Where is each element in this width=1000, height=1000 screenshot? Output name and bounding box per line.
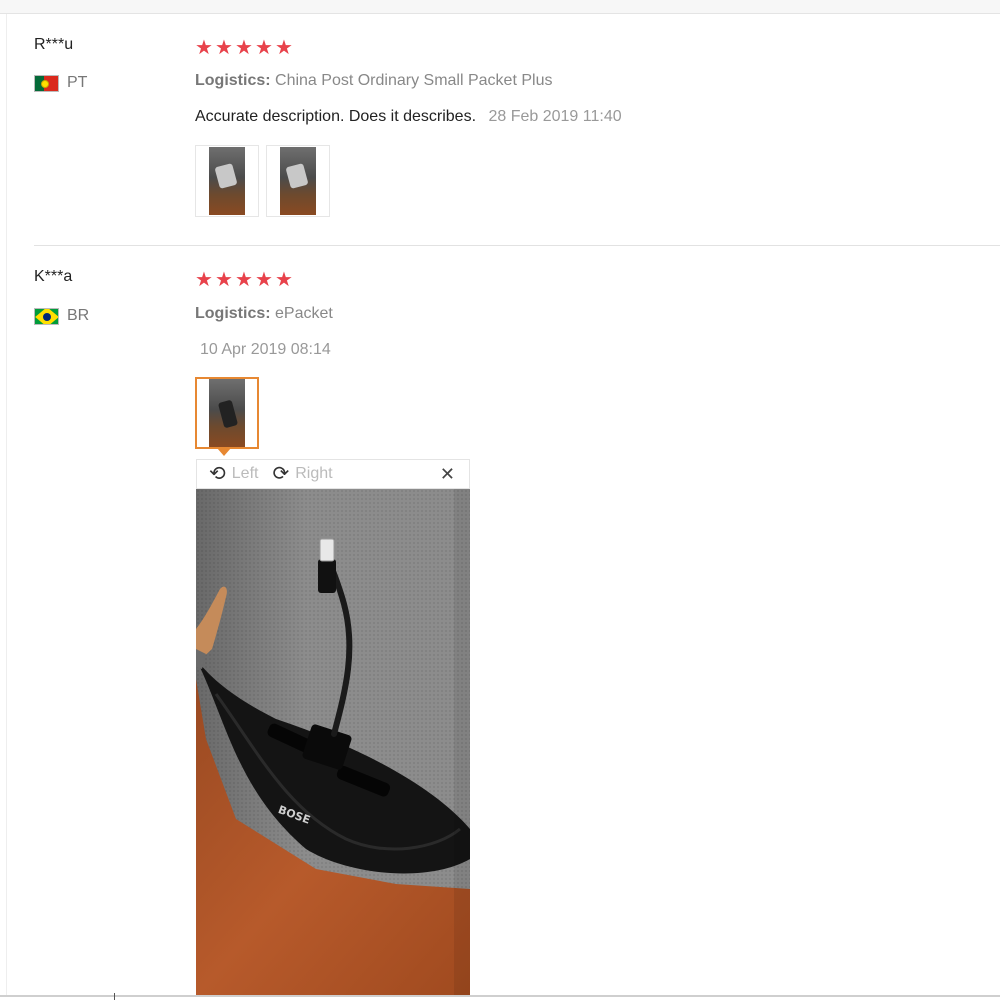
rotate-left-label: Left bbox=[231, 465, 259, 482]
review-photo-large: BOSE bbox=[196, 489, 470, 996]
rotate-right-icon: ⟳ bbox=[272, 463, 290, 485]
rotate-right-label: Right bbox=[295, 465, 333, 482]
logistics-label: Logistics: bbox=[195, 72, 271, 89]
review-divider bbox=[34, 245, 1000, 246]
brazil-flag-icon bbox=[34, 307, 59, 325]
star-icon: ★ bbox=[195, 269, 213, 291]
bottom-tick bbox=[114, 993, 115, 1000]
star-icon: ★ bbox=[215, 37, 233, 59]
rotate-left-button[interactable]: ⟲ Left bbox=[209, 464, 258, 484]
left-border bbox=[6, 14, 7, 996]
review-date: 10 Apr 2019 08:14 bbox=[200, 341, 331, 358]
review-comment-line: Accurate description. Does it describes.… bbox=[195, 108, 622, 126]
reviewer-name: R***u bbox=[34, 36, 74, 53]
star-icon: ★ bbox=[255, 37, 273, 59]
star-icon: ★ bbox=[255, 269, 273, 291]
reviewer-country: PT bbox=[34, 74, 87, 92]
reviewer-name: K***a bbox=[34, 268, 73, 285]
reviewer-country: BR bbox=[34, 307, 89, 325]
review-photo-thumbnail-selected[interactable] bbox=[195, 377, 259, 449]
enlarged-review-photo: BOSE bbox=[196, 489, 470, 996]
close-icon[interactable]: ✕ bbox=[440, 464, 455, 485]
star-rating: ★ ★ ★ ★ ★ bbox=[195, 38, 293, 58]
country-code: BR bbox=[67, 307, 90, 324]
review-date: 28 Feb 2019 11:40 bbox=[488, 108, 622, 125]
review-comment: Accurate description. Does it describes. bbox=[195, 108, 477, 125]
star-icon: ★ bbox=[195, 37, 213, 59]
viewer-pointer-arrow bbox=[217, 448, 231, 456]
logistics-info: Logistics: China Post Ordinary Small Pac… bbox=[195, 72, 552, 90]
bottom-border bbox=[0, 995, 1000, 997]
star-icon: ★ bbox=[275, 37, 293, 59]
star-icon: ★ bbox=[235, 37, 253, 59]
logistics-value: China Post Ordinary Small Packet Plus bbox=[275, 72, 553, 89]
star-icon: ★ bbox=[215, 269, 233, 291]
star-icon: ★ bbox=[275, 269, 293, 291]
star-rating: ★ ★ ★ ★ ★ bbox=[195, 270, 293, 290]
logistics-value: ePacket bbox=[275, 305, 333, 322]
review-photo bbox=[209, 379, 245, 447]
portugal-flag-icon bbox=[34, 74, 59, 92]
top-strip bbox=[0, 0, 1000, 14]
review-photo bbox=[209, 147, 245, 215]
photo-viewer-toolbar: ⟲ Left ⟳ Right ✕ bbox=[196, 459, 470, 489]
logistics-info: Logistics: ePacket bbox=[195, 305, 333, 323]
review-photo bbox=[280, 147, 316, 215]
rotate-right-button[interactable]: ⟳ Right bbox=[272, 464, 332, 484]
rotate-left-icon: ⟲ bbox=[209, 463, 226, 485]
logistics-label: Logistics: bbox=[195, 305, 271, 322]
review-photo-thumbnail[interactable] bbox=[266, 145, 330, 217]
star-icon: ★ bbox=[235, 269, 253, 291]
country-code: PT bbox=[67, 74, 88, 91]
review-photo-thumbnail[interactable] bbox=[195, 145, 259, 217]
